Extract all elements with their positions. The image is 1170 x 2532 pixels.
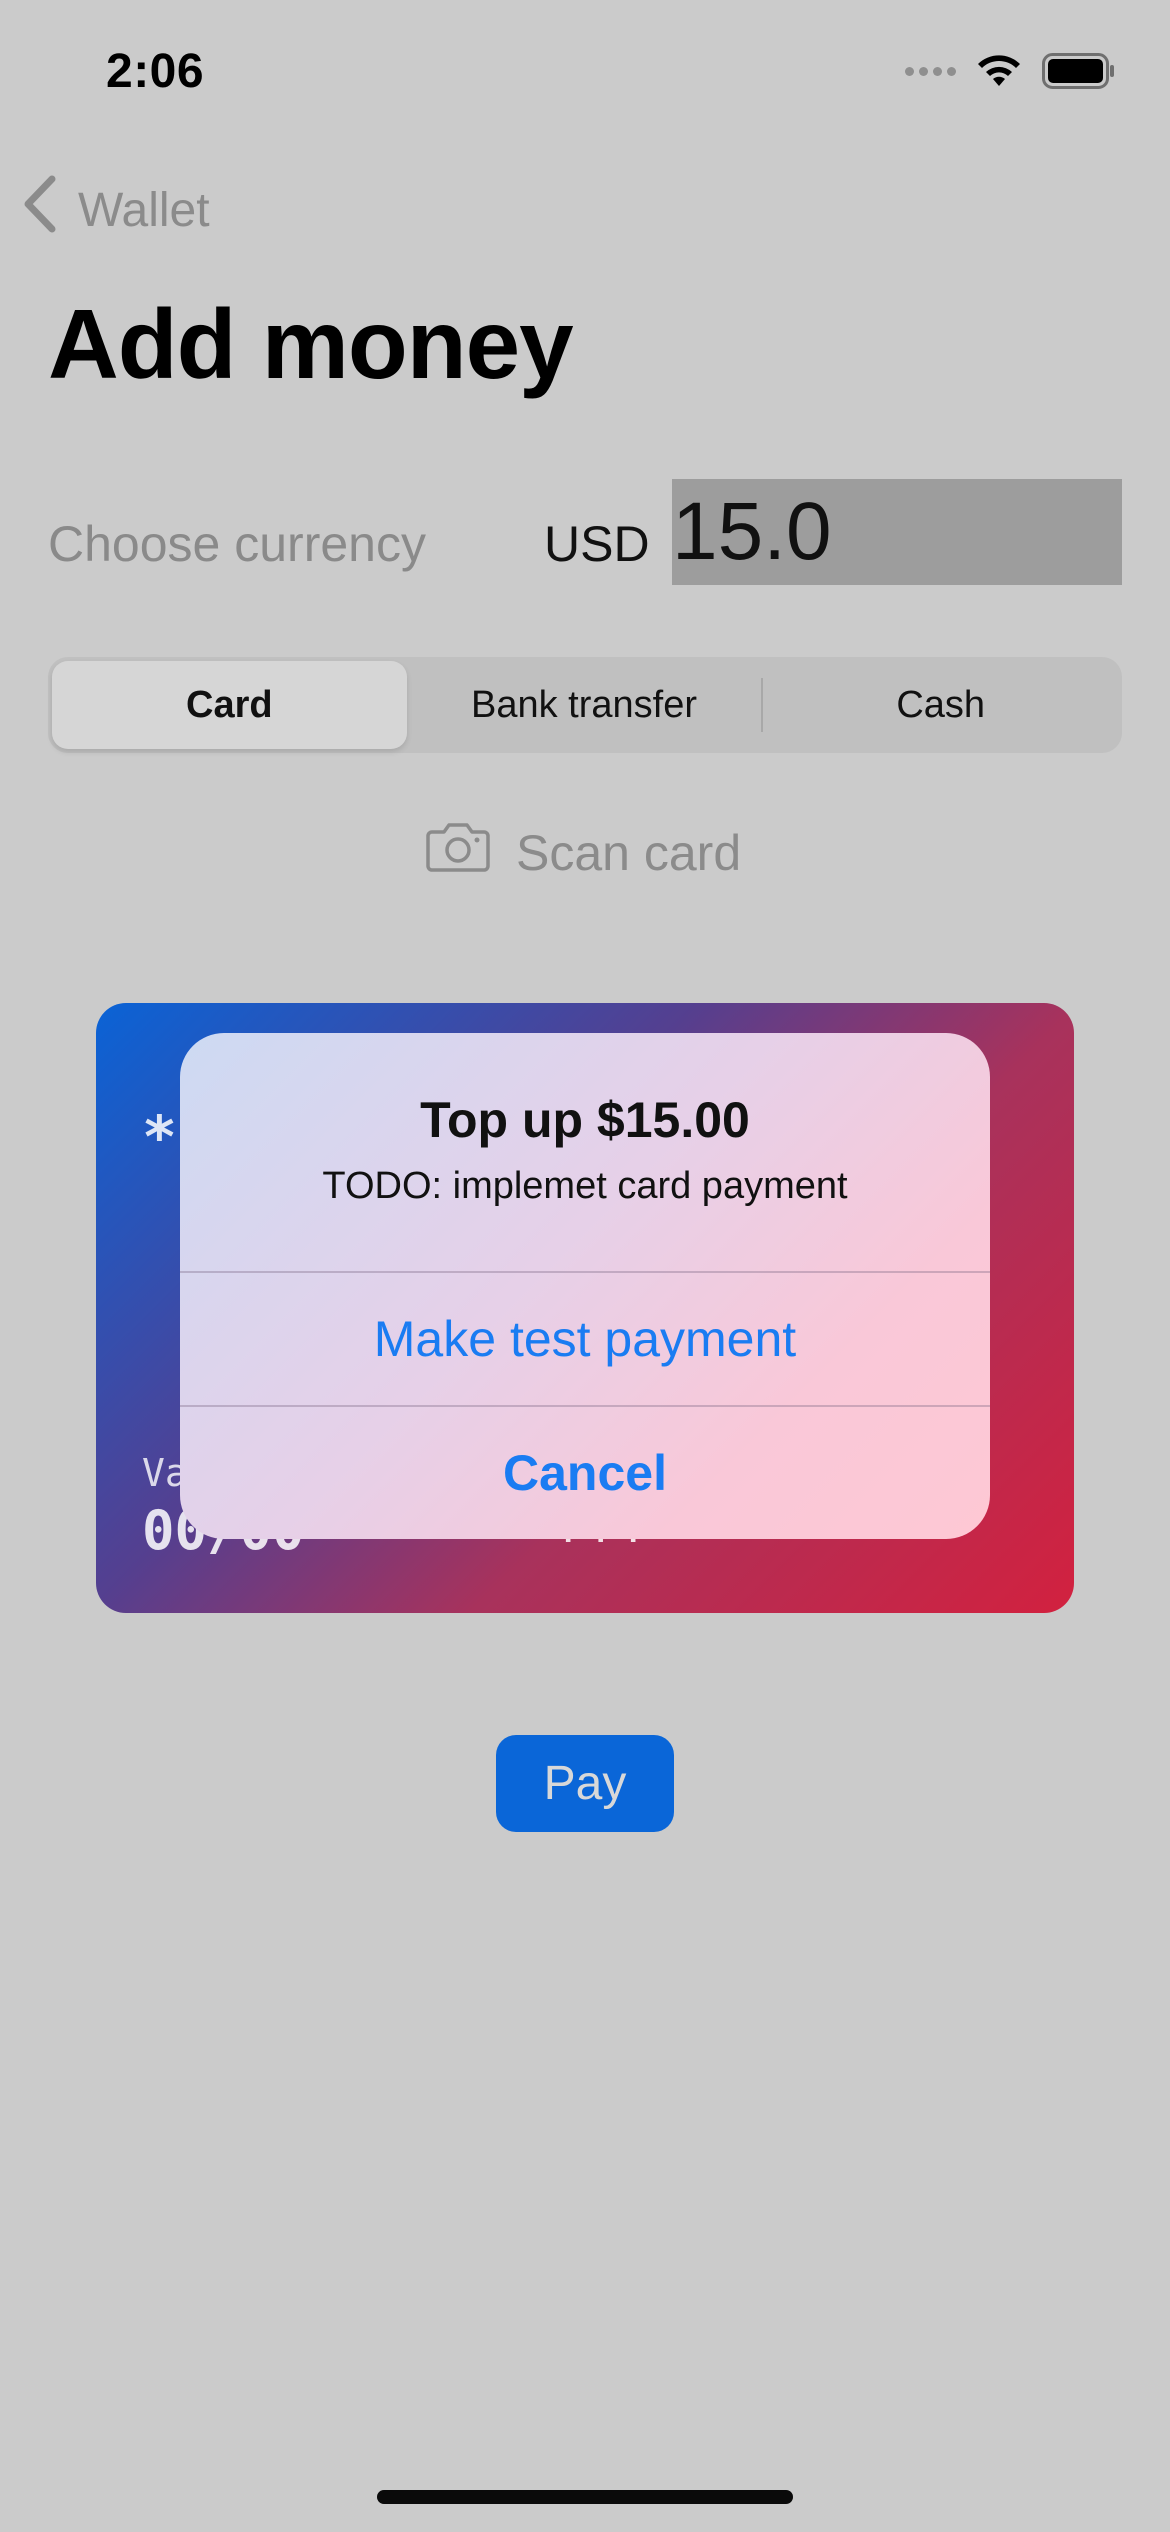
card-number: * xyxy=(142,1103,177,1171)
amount-input[interactable] xyxy=(672,479,1122,585)
scan-card-label: Scan card xyxy=(516,825,742,881)
battery-icon xyxy=(1042,53,1116,89)
top-up-alert-dialog: Top up $15.00 TODO: implemet card paymen… xyxy=(180,1033,990,1539)
scan-card-button[interactable]: Scan card xyxy=(426,822,741,884)
back-label: Wallet xyxy=(78,183,210,237)
status-time: 2:06 xyxy=(106,45,205,98)
camera-icon xyxy=(426,822,490,884)
currency-code-selector[interactable]: USD xyxy=(544,515,650,573)
alert-title: Top up $15.00 xyxy=(420,1092,750,1148)
segment-card[interactable]: Card xyxy=(52,661,407,749)
status-icons xyxy=(905,52,1116,90)
signal-icon xyxy=(905,66,956,76)
page-title: Add money xyxy=(48,289,574,399)
wifi-icon xyxy=(974,52,1024,90)
home-indicator[interactable] xyxy=(377,2490,793,2504)
chevron-left-icon xyxy=(22,175,56,245)
currency-label: Choose currency xyxy=(48,516,426,572)
segment-bank-transfer[interactable]: Bank transfer xyxy=(407,661,762,749)
back-button[interactable]: Wallet xyxy=(22,175,210,245)
segment-cash[interactable]: Cash xyxy=(763,661,1118,749)
pay-button[interactable]: Pay xyxy=(496,1735,674,1832)
alert-message: TODO: implemet card payment xyxy=(322,1165,848,1207)
make-test-payment-button[interactable]: Make test payment xyxy=(180,1273,990,1405)
payment-method-segmented-control: Card Bank transfer Cash xyxy=(48,657,1122,753)
cancel-button[interactable]: Cancel xyxy=(180,1407,990,1539)
